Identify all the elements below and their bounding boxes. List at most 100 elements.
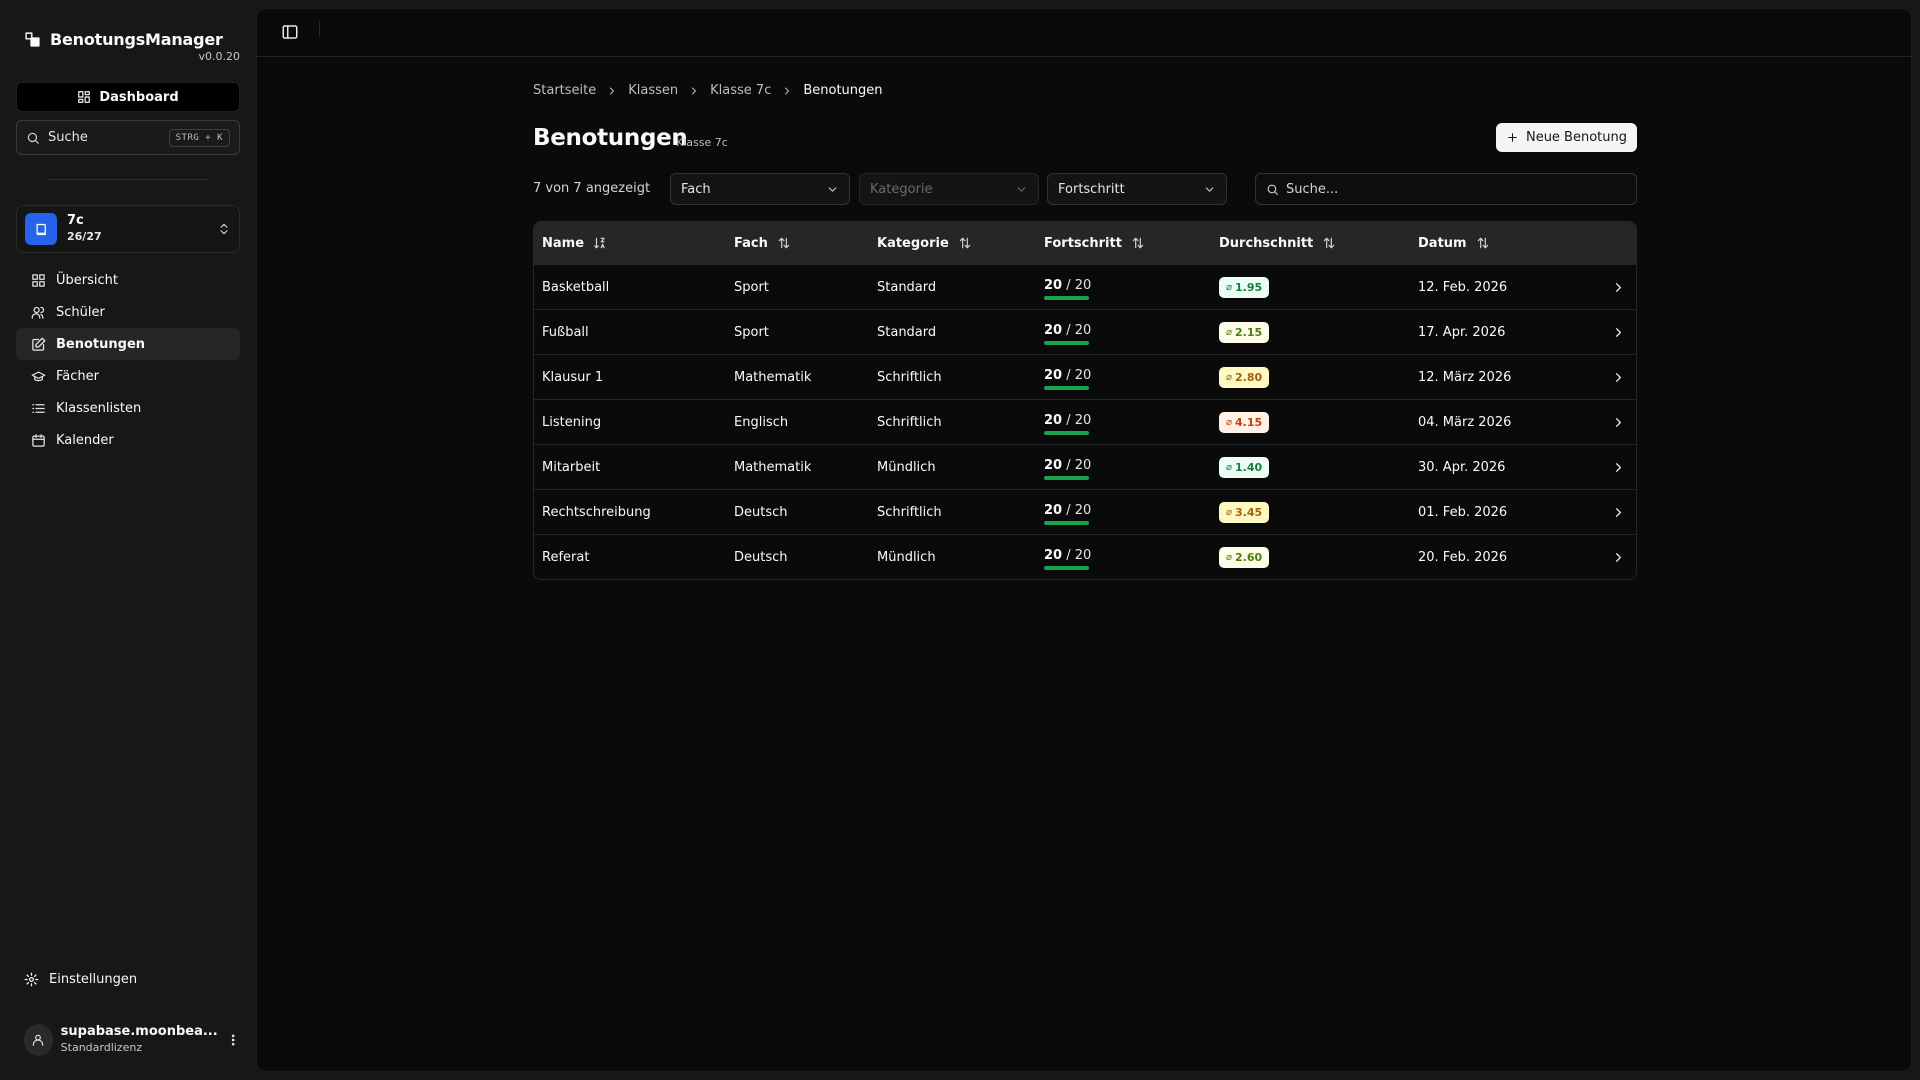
- sidebar-item-uebersicht[interactable]: Übersicht: [16, 264, 240, 296]
- table-search[interactable]: [1255, 173, 1637, 205]
- kategorie-filter-select[interactable]: Kategorie: [859, 173, 1039, 205]
- table-search-input[interactable]: [1286, 181, 1606, 197]
- cell-durchschnitt: ⌀ 2.15: [1219, 310, 1270, 355]
- plus-icon: [1506, 131, 1519, 144]
- table-row[interactable]: Rechtschreibung Deutsch Schriftlich 20 / 20…: [534, 489, 1636, 534]
- class-name: 7c: [67, 213, 84, 228]
- chevron-right-icon[interactable]: [1611, 415, 1626, 430]
- fortschritt-filter-select[interactable]: Fortschritt: [1047, 173, 1227, 205]
- sidebar-nav: Übersicht Schüler Benotungen Fächer Klas…: [16, 264, 240, 456]
- sidebar-item-klassenlisten[interactable]: Klassenlisten: [16, 392, 240, 424]
- progress-done: 20: [1044, 457, 1063, 473]
- sort-icon: [777, 236, 791, 250]
- chevron-right-icon[interactable]: [1611, 460, 1626, 475]
- table-header: Name Fach Kategorie Fortschritt Durchsch…: [534, 222, 1636, 264]
- average-symbol-icon: ⌀: [1226, 372, 1233, 383]
- class-switcher[interactable]: 7c 26/27: [16, 205, 240, 253]
- fach-filter-select[interactable]: Fach: [670, 173, 850, 205]
- fach-filter-value: Fach: [681, 181, 711, 197]
- cell-kategorie: Mündlich: [877, 550, 936, 565]
- sidebar-item-schueler[interactable]: Schüler: [16, 296, 240, 328]
- column-label: Datum: [1418, 235, 1467, 251]
- user-menu[interactable]: supabase.moonbea... Standardlizenz: [24, 1024, 240, 1056]
- column-label: Kategorie: [877, 235, 949, 251]
- app-logo-icon: [24, 31, 41, 48]
- class-student-count: 26/27: [67, 230, 102, 243]
- progress-done: 20: [1044, 322, 1063, 338]
- cell-fach: Mathematik: [734, 460, 812, 475]
- table-row[interactable]: Basketball Sport Standard 20 / 20 ⌀ 1.95 12. F…: [534, 264, 1636, 309]
- progress-bar: [1044, 565, 1089, 570]
- sidebar-item-faecher[interactable]: Fächer: [16, 360, 240, 392]
- progress-done: 20: [1044, 502, 1063, 518]
- table-row[interactable]: Listening Englisch Schriftlich 20 / 20 ⌀ 4.15…: [534, 399, 1636, 444]
- column-header-fach[interactable]: Fach: [734, 222, 791, 264]
- chevron-right-icon[interactable]: [1611, 550, 1626, 565]
- sidebar-toggle-icon[interactable]: [281, 23, 299, 41]
- chevron-right-icon[interactable]: [1611, 370, 1626, 385]
- cell-durchschnitt: ⌀ 1.40: [1219, 445, 1270, 490]
- cell-name: Rechtschreibung: [542, 505, 651, 520]
- progress-bar: [1044, 295, 1089, 300]
- topbar-divider: [319, 21, 320, 37]
- book-icon: [34, 222, 49, 237]
- dashboard-button[interactable]: Dashboard: [16, 82, 240, 112]
- column-label: Fach: [734, 235, 768, 251]
- table-row[interactable]: Mitarbeit Mathematik Mündlich 20 / 20 ⌀ 1.40 3…: [534, 444, 1636, 489]
- table-row[interactable]: Fußball Sport Standard 20 / 20 ⌀ 2.15 17. Apr.…: [534, 309, 1636, 354]
- average-symbol-icon: ⌀: [1226, 282, 1233, 293]
- sidebar-item-kalender[interactable]: Kalender: [16, 424, 240, 456]
- progress-total: / 20: [1066, 502, 1092, 518]
- cell-fortschritt: 20 / 20: [1044, 355, 1091, 400]
- column-header-kategorie[interactable]: Kategorie: [877, 222, 972, 264]
- cell-name: Referat: [542, 550, 590, 565]
- global-search-button[interactable]: Suche STRG + K: [16, 120, 240, 155]
- table-row[interactable]: Klausur 1 Mathematik Schriftlich 20 / 20 ⌀ 2.…: [534, 354, 1636, 399]
- cell-fach: Mathematik: [734, 370, 812, 385]
- column-header-fortschritt[interactable]: Fortschritt: [1044, 222, 1145, 264]
- table-body: Basketball Sport Standard 20 / 20 ⌀ 1.95 12. F…: [534, 264, 1636, 579]
- cell-durchschnitt: ⌀ 2.60: [1219, 535, 1270, 579]
- cell-durchschnitt: ⌀ 2.80: [1219, 355, 1270, 400]
- chevron-right-icon[interactable]: [1611, 505, 1626, 520]
- sidebar-item-label: Benotungen: [56, 336, 146, 352]
- column-label: Fortschritt: [1044, 235, 1122, 251]
- edit-icon: [31, 337, 46, 352]
- sort-az-icon: [593, 236, 607, 250]
- new-grading-button[interactable]: Neue Benotung: [1495, 123, 1637, 152]
- chevron-right-icon[interactable]: [1611, 325, 1626, 340]
- app-version: v0.0.20: [198, 50, 241, 63]
- brand[interactable]: BenotungsManager: [24, 30, 223, 49]
- cell-datum: 01. Feb. 2026: [1418, 505, 1508, 520]
- column-header-durchschnitt[interactable]: Durchschnitt: [1219, 222, 1336, 264]
- progress-bar: [1044, 385, 1089, 390]
- user-icon: [31, 1033, 45, 1047]
- breadcrumb-startseite[interactable]: Startseite: [533, 83, 596, 98]
- cell-fortschritt: 20 / 20: [1044, 400, 1091, 445]
- chevron-right-icon[interactable]: [1611, 280, 1626, 295]
- breadcrumb-klasse[interactable]: Klasse 7c: [710, 83, 771, 98]
- column-header-datum[interactable]: Datum: [1418, 222, 1490, 264]
- cell-durchschnitt: ⌀ 3.45: [1219, 490, 1270, 535]
- settings-link[interactable]: Einstellungen: [24, 972, 137, 987]
- title-row: Benotungen Klasse 7c Neue Benotung: [533, 121, 1637, 157]
- cell-kategorie: Standard: [877, 280, 937, 295]
- average-symbol-icon: ⌀: [1226, 507, 1233, 518]
- more-vertical-icon[interactable]: [226, 1032, 240, 1048]
- chevron-down-icon: [1015, 183, 1028, 196]
- average-badge: ⌀ 1.40: [1219, 457, 1270, 478]
- average-badge: ⌀ 2.60: [1219, 547, 1270, 568]
- cell-datum: 12. Feb. 2026: [1418, 280, 1508, 295]
- users-icon: [31, 305, 46, 320]
- page-title: Benotungen: [533, 125, 688, 151]
- sidebar-item-benotungen[interactable]: Benotungen: [16, 328, 240, 360]
- progress-total: / 20: [1066, 367, 1092, 383]
- cell-fach: Sport: [734, 325, 769, 340]
- progress-text: 20 / 20: [1044, 278, 1091, 293]
- progress-bar: [1044, 340, 1089, 345]
- table-row[interactable]: Referat Deutsch Mündlich 20 / 20 ⌀ 2.60 20. Fe…: [534, 534, 1636, 579]
- breadcrumb-klassen[interactable]: Klassen: [628, 83, 678, 98]
- column-header-name[interactable]: Name: [542, 222, 607, 264]
- chevron-right-icon: [606, 85, 618, 97]
- cell-fach: Deutsch: [734, 505, 788, 520]
